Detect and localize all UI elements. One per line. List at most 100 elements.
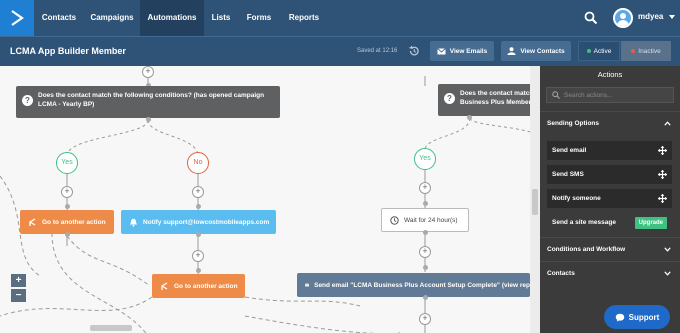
connector-dot: [423, 230, 428, 235]
view-emails-button[interactable]: View Emails: [430, 41, 494, 61]
notify-action-block[interactable]: Notify support@lowcostmobileapps.com: [121, 210, 276, 234]
split-icon: [161, 281, 168, 290]
contacts-icon: [507, 47, 516, 55]
connector-dot: [196, 204, 201, 209]
nav-lists[interactable]: Lists: [204, 0, 238, 36]
move-icon[interactable]: [658, 146, 667, 155]
condition-block[interactable]: ? Does the contact match the following c…: [16, 86, 280, 118]
workflow-canvas[interactable]: + ? Does the contact match the following…: [0, 66, 540, 333]
yes-branch-label: Yes: [414, 148, 436, 170]
move-icon[interactable]: [658, 194, 667, 203]
active-label: Active: [593, 47, 612, 55]
view-contacts-label: View Contacts: [520, 47, 565, 55]
connector-dot: [196, 268, 201, 273]
view-emails-label: View Emails: [449, 47, 488, 55]
add-step-button[interactable]: +: [61, 186, 73, 198]
zoom-out-button[interactable]: −: [11, 289, 26, 302]
condition-right-text-1: Does the contact match the: [460, 90, 532, 97]
clock-icon: [390, 215, 399, 225]
conditions-workflow-label: Conditions and Workflow: [547, 246, 626, 253]
condition-text: Does the contact match the following con…: [38, 92, 265, 108]
go-to-action-block[interactable]: Go to another action: [152, 274, 245, 298]
send-email-action-block[interactable]: Send email "LCMA Business Plus Account S…: [297, 273, 530, 297]
add-step-button[interactable]: +: [419, 246, 431, 258]
connector-dot: [65, 204, 70, 209]
sending-options-label: Sending Options: [547, 120, 599, 127]
automation-header: LCMA App Builder Member Saved at 12:16 V…: [0, 36, 680, 66]
split-icon: [29, 217, 36, 226]
site-message-label: Send a site message: [552, 219, 616, 226]
no-branch-label: No: [187, 152, 209, 174]
nav-automations[interactable]: Automations: [140, 0, 204, 36]
actions-panel: Actions Sending Options Send email Send …: [540, 66, 680, 333]
conditions-workflow-header[interactable]: Conditions and Workflow: [540, 237, 680, 261]
notify-action-label: Notify support@lowcostmobileapps.com: [143, 218, 270, 226]
connector-dot: [65, 232, 70, 237]
connector-dot: [423, 265, 428, 270]
bell-icon: [130, 218, 137, 227]
send-email-item[interactable]: Send email: [547, 141, 672, 160]
view-contacts-button[interactable]: View Contacts: [501, 41, 571, 61]
add-step-button[interactable]: +: [142, 66, 154, 78]
chevron-down-icon: [664, 247, 671, 252]
actions-search-input[interactable]: [564, 91, 664, 99]
top-nav: Contacts Campaigns Automations Lists For…: [0, 0, 680, 36]
actions-search[interactable]: [546, 87, 674, 103]
page-title: LCMA App Builder Member: [10, 46, 126, 56]
send-sms-item[interactable]: Send SMS: [547, 165, 672, 184]
nav-reports[interactable]: Reports: [280, 0, 328, 36]
chevron-down-icon[interactable]: [669, 15, 675, 19]
inactive-toggle[interactable]: Inactive: [621, 41, 671, 61]
zoom-in-button[interactable]: +: [11, 274, 26, 287]
logo-icon[interactable]: [0, 0, 34, 36]
envelope-icon: [436, 47, 446, 54]
question-icon: ?: [444, 93, 455, 104]
active-toggle[interactable]: Active: [578, 41, 620, 61]
connector-dot: [423, 295, 428, 300]
inactive-label: Inactive: [638, 47, 661, 55]
vertical-scrollbar[interactable]: [532, 189, 538, 215]
contacts-header[interactable]: Contacts: [540, 261, 680, 285]
site-message-item: Send a site message Upgrade: [547, 213, 672, 232]
condition-right-text-2: Business Plus Members: [460, 99, 532, 106]
connector-dot: [196, 232, 201, 237]
add-step-button[interactable]: +: [192, 250, 204, 262]
wait-action-block[interactable]: Wait for 24 hour(s): [381, 208, 469, 232]
go-to-action-label: Go to another action: [42, 218, 106, 226]
question-icon: ?: [22, 95, 33, 106]
inactive-dot-icon: [631, 49, 636, 53]
connector-dot: [423, 201, 428, 206]
horizontal-scrollbar[interactable]: [90, 325, 132, 331]
search-icon: [552, 91, 560, 99]
connector-dot: [467, 115, 472, 120]
wait-action-label: Wait for 24 hour(s): [404, 216, 458, 224]
sending-options-header[interactable]: Sending Options: [540, 111, 680, 135]
yes-branch-label: Yes: [56, 152, 78, 174]
history-icon[interactable]: [408, 45, 420, 57]
send-sms-item-label: Send SMS: [552, 171, 584, 178]
nav-forms[interactable]: Forms: [238, 0, 280, 36]
panel-title: Actions: [597, 70, 623, 79]
contacts-label: Contacts: [547, 270, 575, 277]
chevron-up-icon: [664, 121, 671, 126]
notify-someone-item-label: Notify someone: [552, 195, 601, 202]
username[interactable]: mdyea: [638, 12, 663, 21]
move-icon[interactable]: [658, 170, 667, 179]
support-button[interactable]: Support: [604, 305, 670, 329]
upgrade-button[interactable]: Upgrade: [634, 216, 667, 229]
search-icon[interactable]: [584, 11, 598, 25]
condition-block-right[interactable]: ? Does the contact match the Business Pl…: [438, 84, 532, 116]
nav-campaigns[interactable]: Campaigns: [84, 0, 140, 36]
saved-status: Saved at 12:16: [357, 48, 398, 54]
add-step-button[interactable]: +: [419, 182, 431, 194]
avatar[interactable]: [613, 8, 633, 28]
connector-dot: [146, 117, 151, 122]
add-step-button[interactable]: +: [419, 313, 431, 325]
nav-contacts[interactable]: Contacts: [34, 0, 84, 36]
send-email-action-label: Send email "LCMA Business Plus Account S…: [314, 281, 530, 289]
add-step-button[interactable]: +: [192, 186, 204, 198]
notify-someone-item[interactable]: Notify someone: [547, 189, 672, 208]
go-to-action-block[interactable]: Go to another action: [20, 210, 114, 234]
active-dot-icon: [586, 49, 591, 53]
envelope-icon: [305, 283, 310, 287]
